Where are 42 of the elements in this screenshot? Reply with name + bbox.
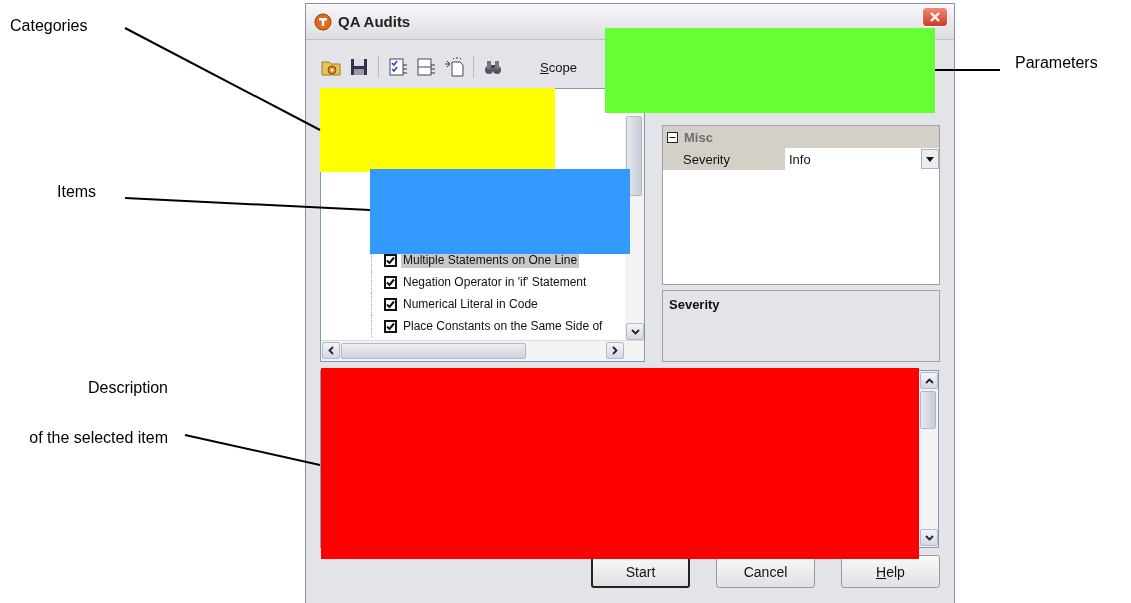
scroll-right-button[interactable] [606, 342, 624, 359]
callout-label: Categories [10, 16, 89, 36]
category-name: Misc [684, 129, 713, 145]
app-logo-icon [314, 13, 332, 31]
checklist-icon[interactable] [387, 56, 409, 78]
new-document-icon[interactable] [443, 56, 465, 78]
item-checkbox[interactable] [384, 297, 397, 311]
scroll-up-button[interactable] [920, 372, 938, 389]
chevron-right-icon [612, 346, 618, 355]
scroll-down-button[interactable] [626, 323, 644, 340]
dialog-button[interactable]: Help [841, 555, 940, 588]
scrollbar-thumb[interactable] [626, 116, 642, 196]
scroll-down-button[interactable] [920, 529, 938, 546]
property-name: Severity [663, 148, 785, 170]
audit-item[interactable]: Place Constants on the Same Side of [401, 318, 605, 334]
audit-item[interactable]: Numerical Literal in Code [401, 296, 540, 312]
scrollbar-thumb[interactable] [920, 391, 936, 429]
item-checkbox[interactable] [384, 319, 397, 333]
close-button[interactable] [922, 7, 948, 27]
horizontal-scrollbar[interactable] [321, 340, 644, 361]
callout-label: Parameters [1015, 53, 1099, 73]
dropdown-arrow-icon [926, 156, 934, 162]
leader-line [934, 69, 1001, 71]
chevron-left-icon [328, 346, 334, 355]
scope-label: Scope [540, 59, 577, 75]
vertical-scrollbar[interactable] [919, 371, 938, 547]
scrollbar-thumb[interactable] [341, 343, 526, 359]
callout-label: of the selected item [28, 428, 168, 448]
scroll-left-button[interactable] [322, 342, 340, 359]
window-title: QA Audits [338, 13, 412, 30]
help-title: Severity [669, 297, 721, 312]
chevron-down-icon [924, 534, 934, 541]
close-icon [929, 11, 941, 23]
chevron-down-icon [630, 328, 640, 335]
item-checkbox[interactable] [384, 275, 397, 289]
audit-item[interactable]: Negation Operator in 'if' Statement [401, 274, 589, 290]
callout-label: Items [57, 182, 98, 202]
list-icon[interactable] [415, 56, 437, 78]
save-icon[interactable] [348, 56, 370, 78]
chevron-up-icon [924, 377, 934, 384]
collapse-toggle[interactable] [667, 131, 678, 143]
callout-label: Description [86, 378, 168, 398]
